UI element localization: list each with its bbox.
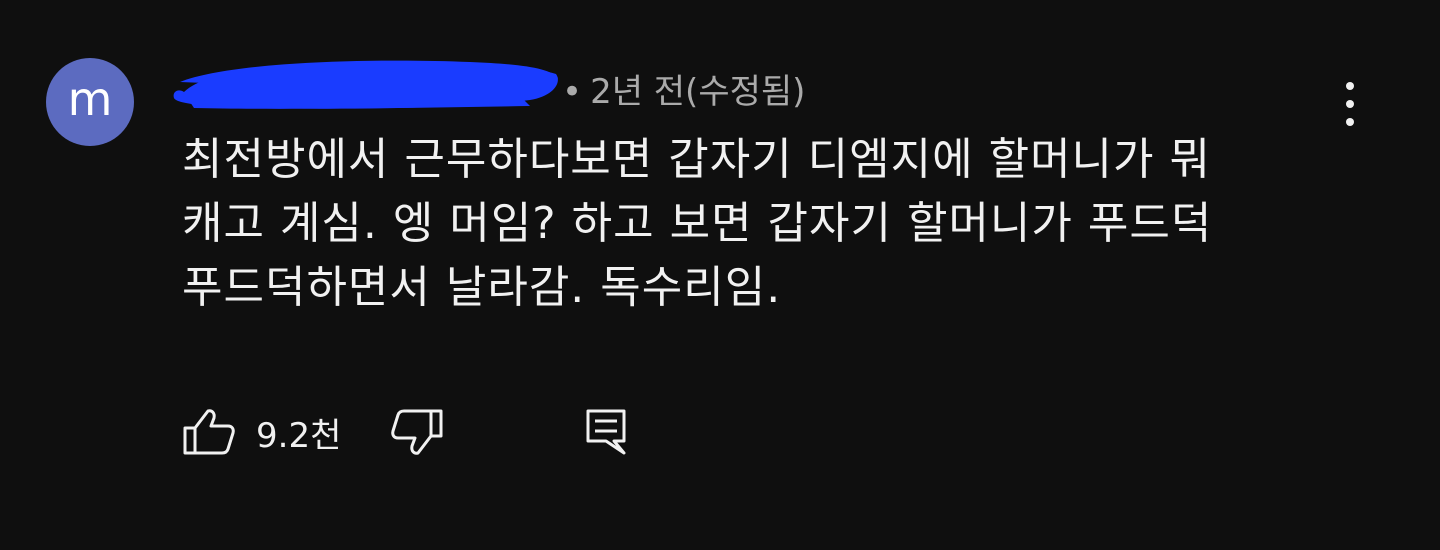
comment-text-line: 캐고 계심. 엥 머임? 하고 보면 갑자기 할머니가 푸드덕 [182,198,1213,249]
like-button[interactable]: 9.2천 [182,402,341,462]
comment-actions: 9.2천 [182,402,782,462]
redaction-scribble [173,60,558,109]
avatar[interactable]: m [46,58,134,146]
more-options-button[interactable] [1326,78,1374,130]
comment-timestamp: 2년 전(수정됨) [590,72,806,112]
comment-body: 최전방에서 근무하다보면 갑자기 디엠지에 할머니가 뭐 캐고 계심. 엥 머임… [182,128,1342,320]
comment-header: • 2년 전(수정됨) [170,58,1170,118]
comment-thread: m • 2년 전(수정됨) 최전방에서 근무하다보면 갑자기 디엠지에 할머니가 … [0,0,1440,550]
more-vert-icon-dot [1346,100,1354,108]
comment-text-line: 최전방에서 근무하다보면 갑자기 디엠지에 할머니가 뭐 [182,134,1211,185]
thumbs-up-icon [183,409,235,455]
reply-comment-icon [586,409,626,455]
author-name-redacted[interactable] [170,58,562,112]
thumbs-down-icon [391,409,443,455]
more-vert-icon-dot [1346,82,1354,90]
dislike-button[interactable] [390,402,444,462]
more-vert-icon-dot [1346,118,1354,126]
meta-separator: • [562,72,583,112]
avatar-letter: m [67,72,113,126]
comment-text-line: 푸드덕하면서 날라감. 독수리임. [182,262,782,313]
reply-button[interactable] [584,402,630,462]
like-count: 9.2천 [256,415,342,456]
comment-meta: • 2년 전(수정됨) [562,64,805,113]
